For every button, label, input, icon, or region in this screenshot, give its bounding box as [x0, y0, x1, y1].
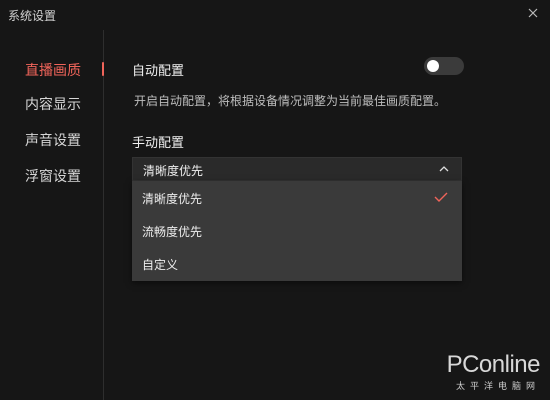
check-icon — [434, 192, 448, 202]
sidebar-item-content-display[interactable]: 内容显示 — [25, 94, 81, 116]
watermark-logo: PConline 太平洋电脑网 — [446, 351, 541, 393]
auto-config-toggle[interactable] — [424, 57, 464, 75]
option-clarity-first[interactable]: 清晰度优先 — [132, 181, 462, 214]
active-nav-indicator — [102, 62, 104, 76]
option-label: 自定义 — [142, 258, 179, 272]
auto-config-title: 自动配置 — [132, 64, 185, 79]
title-bar: 系统设置 — [0, 0, 550, 30]
sidebar: 直播画质 内容显示 声音设置 浮窗设置 — [0, 30, 104, 400]
option-custom[interactable]: 自定义 — [132, 247, 462, 280]
sidebar-item-float-window[interactable]: 浮窗设置 — [25, 166, 81, 188]
auto-config-description: 开启自动配置，将根据设备情况调整为当前最佳画质配置。 — [134, 94, 447, 108]
window-title: 系统设置 — [8, 9, 57, 23]
option-label: 清晰度优先 — [142, 192, 203, 206]
sidebar-divider — [103, 30, 104, 400]
watermark-sub: 太平洋电脑网 — [455, 382, 540, 392]
sidebar-item-sound-settings[interactable]: 声音设置 — [25, 130, 81, 152]
manual-config-title: 手动配置 — [132, 136, 185, 151]
option-label: 流畅度优先 — [142, 225, 203, 239]
watermark-main: PConline — [446, 351, 541, 378]
toggle-knob — [427, 60, 439, 72]
sidebar-item-live-quality[interactable]: 直播画质 — [25, 60, 81, 82]
quality-dropdown-menu: 清晰度优先 流畅度优先 自定义 — [132, 181, 462, 281]
option-smoothness-first[interactable]: 流畅度优先 — [132, 214, 462, 247]
select-value: 清晰度优先 — [143, 164, 204, 178]
chevron-up-icon — [439, 166, 449, 172]
close-icon[interactable] — [526, 6, 540, 20]
quality-select[interactable]: 清晰度优先 — [132, 157, 462, 181]
